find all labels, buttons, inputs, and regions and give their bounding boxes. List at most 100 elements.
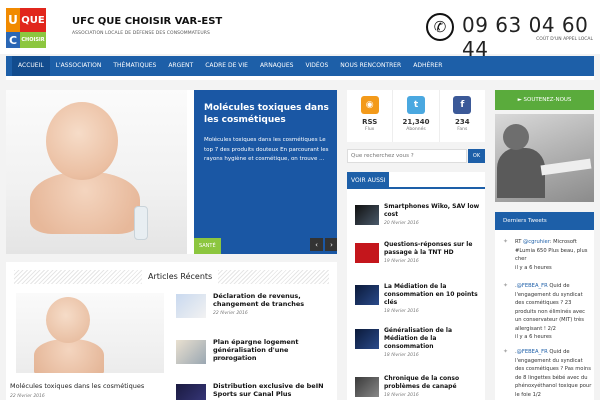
featured-article-date: 22 février 2016 [10, 394, 45, 399]
see-also-date: 18 février 2016 [384, 393, 419, 398]
social-count: 21,340 [402, 118, 430, 126]
nav-divider [6, 76, 594, 80]
slider-image[interactable] [6, 90, 187, 254]
rss-icon[interactable]: ◉ [360, 96, 379, 114]
logo-tile-c: C [6, 32, 20, 48]
slider-title[interactable]: Molécules toxiques dans les cosmétiques [204, 102, 333, 126]
see-also-title[interactable]: Questions-réponses sur le passage à la T… [384, 241, 484, 257]
see-also-date: 18 février 2016 [384, 353, 419, 358]
social-label: Flux [364, 127, 375, 132]
support-us-button[interactable]: ► SOUTENEZ-NOUS [495, 90, 594, 110]
see-also-header: VOIR AUSSI [347, 172, 485, 189]
featured-slider: Molécules toxiques dans les cosmétiques … [6, 90, 337, 254]
logo-tile-u: U [6, 8, 20, 32]
see-also-title[interactable]: Chronique de la conso problèmes de canap… [384, 375, 484, 391]
tweet-time[interactable]: il y a 6 heures [515, 334, 552, 340]
article-thumbnail[interactable] [176, 384, 206, 400]
phone-cost-note: COÛT D'UN APPEL LOCAL [536, 37, 593, 42]
tweet-handle[interactable]: @FEBEA_FR [517, 349, 548, 355]
see-also-thumbnail[interactable] [355, 377, 379, 397]
baby-body-shape [30, 172, 140, 234]
see-also-widget: VOIR AUSSI Smartphones Wiko, SAV low cos… [347, 172, 485, 400]
slider-prev-button[interactable]: ‹ [310, 238, 323, 251]
twitter-icon[interactable]: t [406, 96, 425, 114]
article-thumbnail[interactable] [176, 340, 206, 364]
nav-item-argent[interactable]: ARGENT [162, 56, 199, 76]
facebook-icon[interactable]: f [453, 96, 472, 114]
see-also-title[interactable]: Smartphones Wiko, SAV low cost [384, 203, 484, 219]
site-title[interactable]: UFC QUE CHOISIR VAR-EST [72, 16, 222, 27]
slider-next-button[interactable]: › [325, 238, 337, 251]
baby-head-shape [46, 297, 90, 343]
social-counters: ◉ RSS Flux t 21,340 Abonnés f 234 Fans [347, 90, 485, 142]
article-date: 21 février 2016 [213, 357, 248, 362]
article-date: 22 février 2016 [213, 311, 248, 316]
sidebar-photo[interactable] [495, 114, 594, 202]
site-logo[interactable]: U C QUE CHOISIR [6, 8, 46, 48]
social-count: 234 [455, 118, 470, 126]
nav-item-accueil[interactable]: ACCUEIL [12, 56, 50, 76]
nav-item-thematiques[interactable]: THÉMATIQUES [107, 56, 162, 76]
see-also-title[interactable]: La Médiation de la consommation en 10 po… [384, 283, 484, 307]
article-thumbnail[interactable] [176, 294, 206, 318]
bottle-shape [134, 206, 148, 240]
logo-tile-choisir: CHOISIR [20, 32, 46, 48]
nav-item-arnaques[interactable]: ARNAQUES [254, 56, 299, 76]
articles-heading-bar: Articles Récents [14, 270, 329, 284]
phone-icon: ✆ [426, 13, 454, 41]
social-label: Abonnés [406, 127, 426, 132]
tweet-body: Quid de l'engagement du syndicat des cos… [515, 283, 585, 332]
social-rss[interactable]: ◉ RSS Flux [347, 90, 394, 142]
search-input[interactable] [347, 149, 467, 163]
see-also-thumbnail[interactable] [355, 285, 379, 305]
social-twitter[interactable]: t 21,340 Abonnés [393, 90, 440, 142]
see-also-thumbnail[interactable] [355, 329, 379, 349]
tweet-text: .@FEBEA_FR Quid de l'engagement du syndi… [515, 348, 593, 399]
articles-heading: Articles Récents [142, 270, 219, 284]
nav-item-videos[interactable]: VIDÉOS [299, 56, 334, 76]
twitter-bird-icon: ✦ [503, 238, 509, 245]
see-also-thumbnail[interactable] [355, 243, 379, 263]
logo-tile-que: QUE [20, 8, 46, 32]
tweets-heading: Derniers Tweets [495, 212, 594, 230]
latest-tweets-widget: Derniers Tweets ✦ RT @cgruhier: Microsof… [495, 212, 594, 400]
site-subtitle: ASSOCIATION LOCALE DE DÉFENSE DES CONSOM… [72, 31, 210, 36]
see-also-date: 18 février 2016 [384, 309, 419, 314]
see-also-heading: VOIR AUSSI [347, 172, 390, 189]
slider-caption-panel: Molécules toxiques dans les cosmétiques … [194, 90, 337, 254]
article-title[interactable]: Déclaration de revenus, changement de tr… [213, 292, 331, 308]
search-button[interactable]: OK [468, 149, 485, 163]
baby-head-shape [46, 102, 118, 180]
tweet-time[interactable]: il y a 6 heures [515, 265, 552, 271]
person-body-shape [497, 148, 545, 198]
twitter-bird-icon: ✦ [503, 282, 509, 289]
paper-shape [540, 158, 592, 176]
twitter-bird-icon: ✦ [503, 348, 509, 355]
tweet-handle[interactable]: @cgruhier [523, 239, 550, 245]
see-also-title[interactable]: Généralisation de la Médiation de la con… [384, 327, 484, 351]
baby-body-shape [34, 339, 104, 373]
see-also-thumbnail[interactable] [355, 205, 379, 225]
tweet-text: RT @cgruhier: Microsoft #Lumia 650 Plus … [515, 238, 593, 272]
person-head-shape [503, 124, 529, 150]
tweet-text: .@FEBEA_FR Quid de l'engagement du syndi… [515, 282, 593, 342]
tweet-handle[interactable]: @FEBEA_FR [517, 283, 548, 289]
social-count: RSS [362, 118, 378, 126]
social-facebook[interactable]: f 234 Fans [440, 90, 485, 142]
see-also-date: 20 février 2016 [384, 221, 419, 226]
nav-item-adherer[interactable]: ADHÉRER [407, 56, 448, 76]
slider-category-tag[interactable]: SANTÉ [194, 238, 221, 254]
nav-item-cadre-de-vie[interactable]: CADRE DE VIE [199, 56, 254, 76]
nav-item-nous-rencontrer[interactable]: NOUS RENCONTRER [334, 56, 407, 76]
site-header: U C QUE CHOISIR UFC QUE CHOISIR VAR-EST … [0, 0, 600, 61]
featured-article-image[interactable] [16, 293, 164, 373]
article-title[interactable]: Distribution exclusive de beIN Sports su… [213, 382, 331, 398]
main-nav: ACCUEIL L'ASSOCIATION THÉMATIQUES ARGENT… [6, 56, 594, 76]
tweet-prefix: RT [515, 239, 524, 245]
nav-item-association[interactable]: L'ASSOCIATION [50, 56, 108, 76]
featured-article-title[interactable]: Molécules toxiques dans les cosmétiques [10, 382, 144, 390]
recent-articles: Articles Récents [6, 262, 337, 400]
tweet-body: Quid de l'engagement du syndicat des cos… [515, 349, 592, 398]
see-also-date: 19 février 2016 [384, 259, 419, 264]
slider-excerpt: Molécules toxiques dans les cosmétiques … [204, 137, 329, 162]
